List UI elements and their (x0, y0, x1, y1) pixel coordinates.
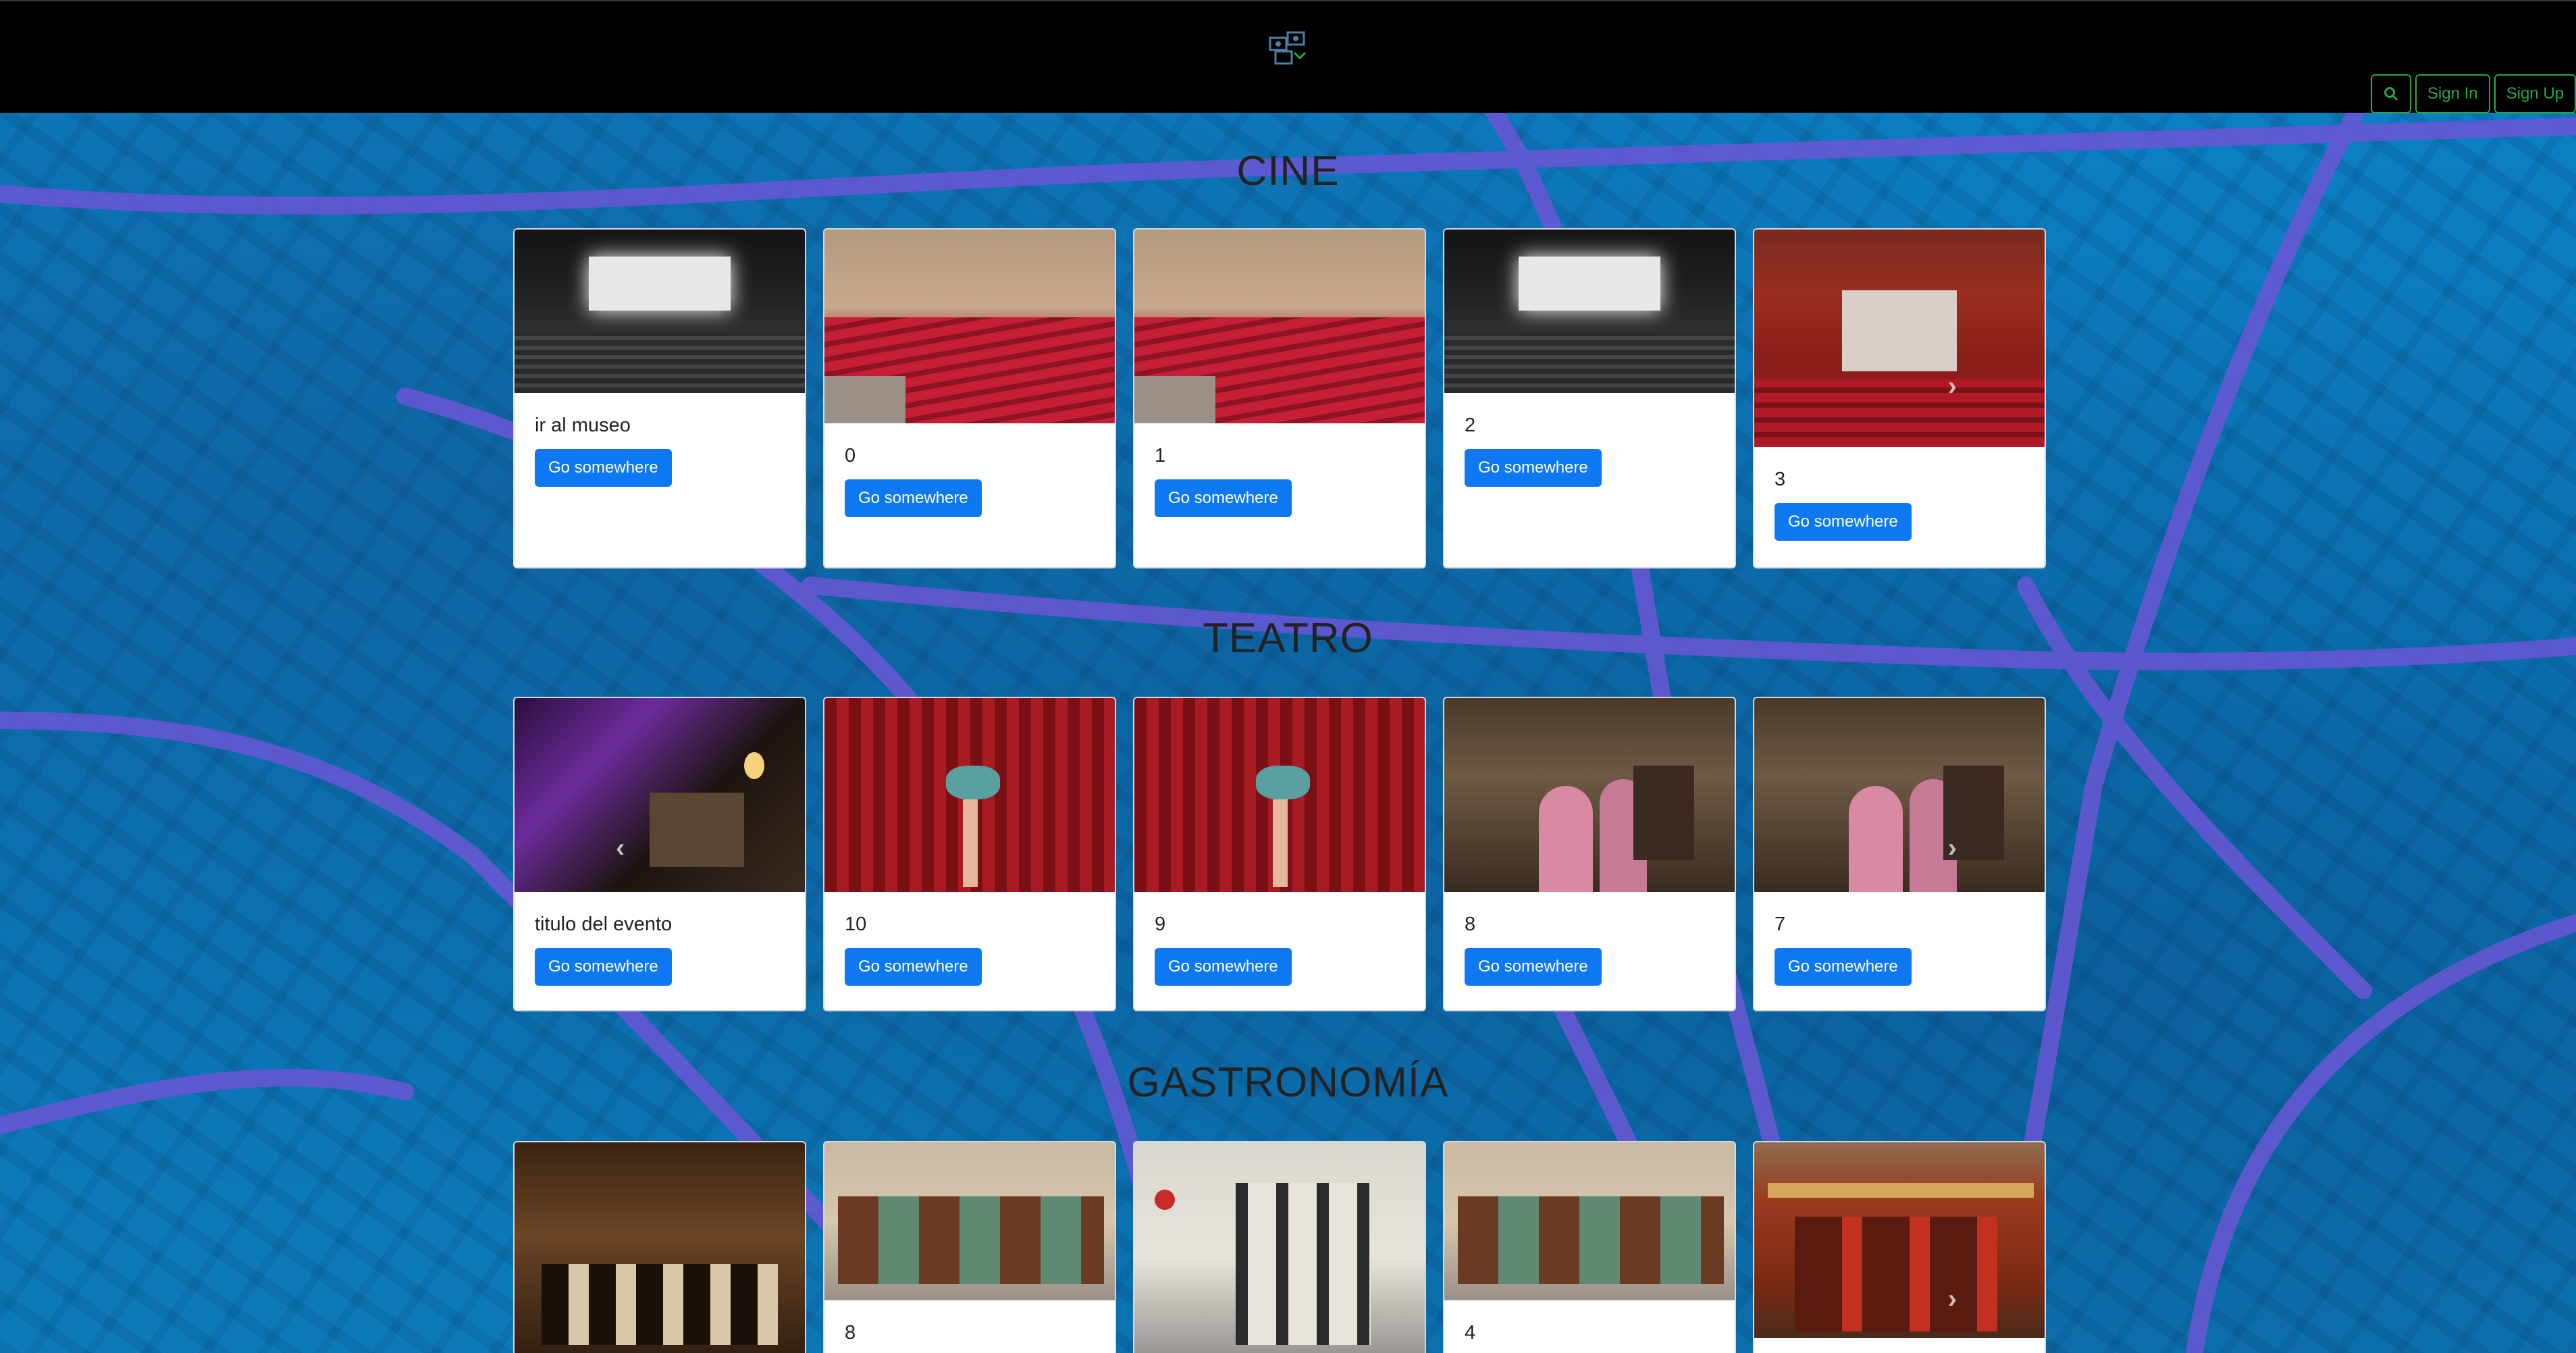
card-title: 10 (845, 913, 867, 935)
event-card[interactable]: 2 Go somewhere (1443, 228, 1736, 568)
event-card[interactable]: 1 Go somewhere (1133, 228, 1426, 568)
red-curtain-mask-image (824, 698, 1115, 892)
carousel-prev-icon[interactable]: ‹ (616, 833, 625, 864)
go-somewhere-button[interactable]: Go somewhere (1155, 479, 1292, 517)
red-theater-stage-image: › (1754, 230, 2045, 447)
card-title: 4 (1465, 1322, 1476, 1344)
go-somewhere-button[interactable]: Go somewhere (535, 948, 672, 986)
event-card[interactable]: ir al museo Go somewhere (513, 228, 806, 568)
event-card[interactable]: › 3 Go somewhere (1753, 228, 2046, 568)
tiled-restaurant-facade-image (1444, 1142, 1735, 1300)
card-title: 8 (1465, 913, 1476, 935)
go-somewhere-button[interactable]: Go somewhere (535, 449, 672, 487)
top-navbar: Sign In Sign Up (0, 0, 2576, 113)
card-title: 9 (1155, 913, 1166, 935)
event-card[interactable]: › (1753, 1141, 2046, 1353)
go-somewhere-button[interactable]: Go somewhere (1775, 503, 1912, 541)
card-title: 3 (1775, 469, 1786, 490)
event-card[interactable]: › 7 Go somewhere (1753, 697, 2046, 1011)
search-button[interactable] (2370, 74, 2411, 113)
red-seat-auditorium-image (1134, 230, 1425, 423)
sign-in-button[interactable]: Sign In (2415, 74, 2490, 113)
event-card[interactable]: 8 Go somewhere (1443, 697, 1736, 1011)
jazz-band-image: ‹ (515, 698, 805, 892)
event-card[interactable]: 10 Go somewhere (823, 697, 1116, 1011)
card-title: 7 (1775, 913, 1786, 935)
theater-map-logo-icon[interactable] (1267, 28, 1308, 69)
card-title: 0 (845, 445, 856, 467)
go-somewhere-button[interactable]: Go somewhere (1465, 449, 1602, 487)
go-somewhere-button[interactable]: Go somewhere (1465, 948, 1602, 986)
cinema-hall-image (1444, 230, 1735, 393)
card-title: titulo del evento (535, 913, 673, 935)
period-costume-play-image: › (1754, 698, 2045, 892)
cinema-hall-image (515, 230, 805, 393)
event-card[interactable] (513, 1141, 806, 1353)
card-title: ir al museo (535, 415, 631, 436)
card-title: 2 (1465, 415, 1476, 436)
street-corner-building-image (1134, 1142, 1425, 1353)
carousel-next-icon[interactable]: › (1948, 371, 1957, 402)
go-somewhere-button[interactable]: Go somewhere (1775, 948, 1912, 986)
sign-up-button[interactable]: Sign Up (2494, 74, 2576, 113)
carousel-next-icon[interactable]: › (1948, 1284, 1957, 1315)
restaurant-interior-image (515, 1142, 805, 1353)
red-restaurant-facade-image: › (1754, 1142, 2045, 1338)
tiled-restaurant-facade-image (824, 1142, 1115, 1300)
red-curtain-mask-image (1134, 698, 1425, 892)
event-card[interactable] (1133, 1141, 1426, 1353)
go-somewhere-button[interactable]: Go somewhere (845, 948, 982, 986)
search-icon (2384, 87, 2398, 101)
auth-buttons: Sign In Sign Up (2370, 74, 2576, 113)
period-costume-play-image (1444, 698, 1735, 892)
card-title: 1 (1155, 445, 1166, 467)
event-card[interactable]: 4 (1443, 1141, 1736, 1353)
section-title-cine: CINE (1236, 148, 1340, 194)
go-somewhere-button[interactable]: Go somewhere (1155, 948, 1292, 986)
card-title: 8 (845, 1322, 856, 1344)
section-title-teatro: TEATRO (1203, 615, 1373, 662)
section-title-gastronomia: GASTRONOMÍA (1127, 1059, 1449, 1106)
go-somewhere-button[interactable]: Go somewhere (845, 479, 982, 517)
event-card[interactable]: 9 Go somewhere (1133, 697, 1426, 1011)
event-card[interactable]: 0 Go somewhere (823, 228, 1116, 568)
event-card[interactable]: ‹ titulo del evento Go somewhere (513, 697, 806, 1011)
carousel-next-icon[interactable]: › (1948, 833, 1957, 864)
event-card[interactable]: 8 (823, 1141, 1116, 1353)
red-seat-auditorium-image (824, 230, 1115, 423)
